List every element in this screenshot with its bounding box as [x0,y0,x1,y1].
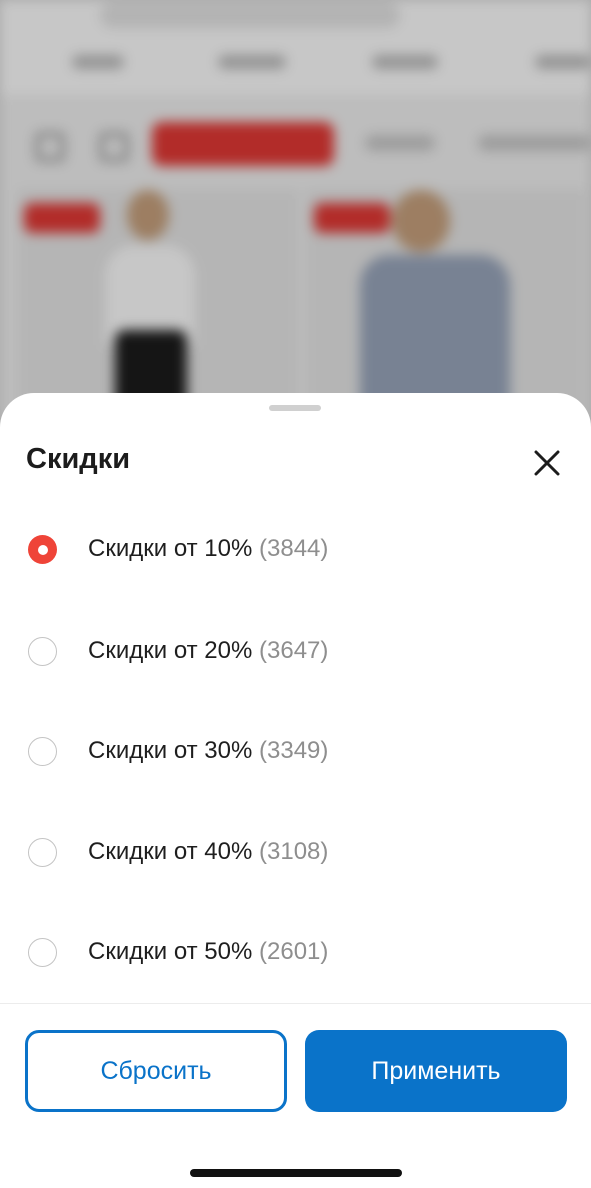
radio-unselected[interactable] [28,736,57,766]
option-label: Скидки от 50% (2601) [88,938,329,965]
discount-option-10[interactable]: Скидки от 10% (3844) [0,519,591,579]
sheet-title: Скидки [26,443,131,475]
option-count: (3647) [259,637,329,664]
footer-divider [0,1003,591,1004]
reset-button[interactable]: Сбросить [25,1030,287,1112]
radio-unselected[interactable] [28,837,57,867]
radio-unselected[interactable] [28,636,57,666]
close-button[interactable] [528,444,566,482]
discount-option-20[interactable]: Скидки от 20% (3647) [0,621,591,681]
apply-button[interactable]: Применить [305,1030,567,1112]
option-count: (2601) [259,938,329,965]
screen: Скидки Скидки от 10% (3844) Скидки от 20… [0,0,591,1188]
discount-filter-sheet: Скидки Скидки от 10% (3844) Скидки от 20… [0,393,591,1188]
radio-unselected[interactable] [28,937,57,967]
discount-option-40[interactable]: Скидки от 40% (3108) [0,822,591,882]
option-label: Скидки от 10% (3844) [88,535,329,562]
home-indicator[interactable] [190,1169,402,1177]
discount-option-50[interactable]: Скидки от 50% (2601) [0,922,591,982]
option-label: Скидки от 20% (3647) [88,637,329,664]
discount-option-30[interactable]: Скидки от 30% (3349) [0,721,591,781]
option-label: Скидки от 40% (3108) [88,838,329,865]
option-count: (3349) [259,737,329,764]
close-icon [534,450,560,476]
option-label: Скидки от 30% (3349) [88,737,329,764]
option-count: (3108) [259,838,329,865]
radio-selected[interactable] [28,534,57,564]
option-count: (3844) [259,535,329,562]
sheet-drag-handle[interactable] [269,405,321,411]
